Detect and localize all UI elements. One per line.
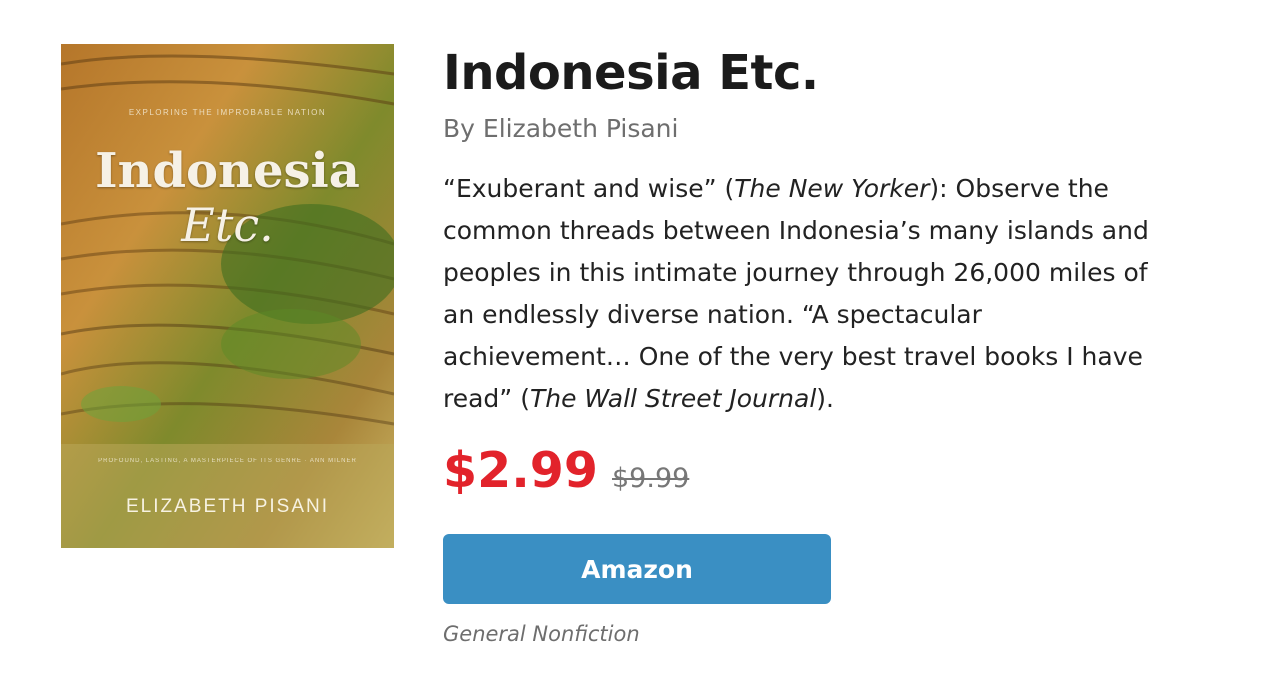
description-line: “Exuberant and wise” (The New Yorker): O… bbox=[443, 168, 1263, 210]
book-author: By Elizabeth Pisani bbox=[443, 114, 679, 143]
cover-author: ELIZABETH PISANI bbox=[125, 496, 330, 517]
cover-tagline: EXPLORING THE IMPROBABLE NATION bbox=[128, 108, 327, 117]
description-line: achievement… One of the very best travel… bbox=[443, 342, 1143, 371]
description-line: an endlessly diverse nation. “A spectacu… bbox=[443, 300, 982, 329]
description-text: “Exuberant and wise” ( bbox=[443, 174, 735, 203]
rice-terrace-illustration bbox=[61, 44, 394, 548]
description-line: peoples in this intimate journey through… bbox=[443, 258, 1148, 287]
cover-title: Indonesia Etc. bbox=[61, 144, 394, 252]
description-line: common threads between Indonesia’s many … bbox=[443, 216, 1149, 245]
description-line: read” (The Wall Street Journal). bbox=[443, 378, 1263, 420]
genre-label: General Nonfiction bbox=[443, 622, 640, 646]
sale-price: $2.99 bbox=[443, 442, 598, 499]
description-text: ): Observe the bbox=[929, 174, 1109, 203]
original-price: $9.99 bbox=[612, 463, 690, 494]
description-citation: The New Yorker bbox=[734, 174, 930, 203]
cover-blurb: PROFOUND, LASTING, A MASTERPIECE OF ITS … bbox=[98, 458, 357, 464]
description-citation: The Wall Street Journal bbox=[529, 384, 817, 413]
cover-title-line1: Indonesia bbox=[95, 143, 360, 199]
book-description: “Exuberant and wise” (The New Yorker): O… bbox=[443, 168, 1263, 420]
price-row: $2.99 $9.99 bbox=[443, 438, 689, 504]
book-cover-image[interactable]: EXPLORING THE IMPROBABLE NATION Indonesi… bbox=[61, 44, 394, 548]
description-text: read” ( bbox=[443, 384, 530, 413]
amazon-buy-button[interactable]: Amazon bbox=[443, 534, 831, 604]
book-title: Indonesia Etc. bbox=[443, 45, 819, 101]
cover-title-line2: Etc. bbox=[181, 198, 274, 252]
description-text: ). bbox=[816, 384, 834, 413]
